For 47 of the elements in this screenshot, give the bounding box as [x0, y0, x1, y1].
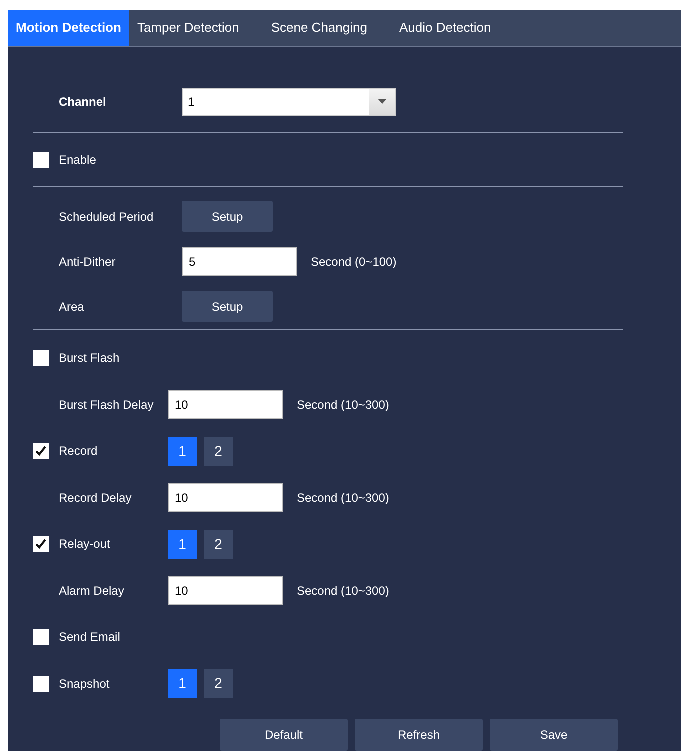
- checkbox[interactable]: [33, 152, 49, 168]
- field-label: Snapshot: [59, 676, 110, 693]
- input-field[interactable]: 10: [168, 483, 283, 512]
- input-field[interactable]: 10: [168, 576, 283, 606]
- field-label: Anti-Dither: [59, 254, 116, 270]
- checkbox[interactable]: [33, 536, 49, 552]
- channel-button[interactable]: 2: [204, 669, 233, 698]
- field-label: Channel: [59, 94, 106, 110]
- unit-text: Second (10~300): [297, 582, 390, 600]
- checkmark-icon: [35, 538, 47, 550]
- select-value: 1: [187, 94, 196, 110]
- field-label: Record Delay: [59, 490, 132, 507]
- setup-button[interactable]: Setup: [182, 291, 273, 322]
- unit-text: Second (10~300): [297, 490, 390, 507]
- tab[interactable]: Audio Detection: [391, 10, 500, 46]
- action-button[interactable]: Refresh: [355, 719, 483, 751]
- unit-text: Second (10~300): [297, 396, 390, 414]
- tab[interactable]: Tamper Detection: [129, 10, 248, 46]
- input-field[interactable]: 5: [182, 247, 297, 276]
- field-label: Record: [59, 443, 98, 460]
- action-button[interactable]: Default: [220, 719, 348, 751]
- field-label: Scheduled Period: [59, 208, 154, 226]
- channel-button[interactable]: 1: [168, 436, 197, 466]
- field-label: Alarm Delay: [59, 582, 124, 600]
- channel-button[interactable]: 2: [204, 530, 233, 559]
- checkbox[interactable]: [33, 676, 49, 692]
- checkbox[interactable]: [33, 443, 49, 460]
- checkbox[interactable]: [33, 629, 49, 646]
- unit-text: Second (0~100): [311, 254, 397, 270]
- channel-button[interactable]: 1: [168, 530, 197, 559]
- dropdown-arrow-icon: [378, 99, 386, 104]
- tab[interactable]: Scene Changing: [263, 10, 376, 46]
- checkbox[interactable]: [33, 350, 49, 366]
- setup-button[interactable]: Setup: [182, 201, 273, 232]
- field-label: Burst Flash: [59, 350, 120, 368]
- input-field[interactable]: 10: [168, 390, 283, 420]
- tab[interactable]: Motion Detection: [8, 10, 130, 46]
- action-button[interactable]: Save: [490, 719, 618, 751]
- checkmark-icon: [35, 445, 47, 458]
- channel-button[interactable]: 1: [168, 669, 197, 698]
- field-label: Burst Flash Delay: [59, 396, 154, 414]
- field-label: Send Email: [59, 629, 120, 646]
- select-field[interactable]: 1: [182, 88, 396, 116]
- channel-button[interactable]: 2: [204, 436, 233, 466]
- field-label: Enable: [59, 152, 96, 168]
- field-label: Relay-out: [59, 536, 110, 554]
- field-label: Area: [59, 298, 84, 316]
